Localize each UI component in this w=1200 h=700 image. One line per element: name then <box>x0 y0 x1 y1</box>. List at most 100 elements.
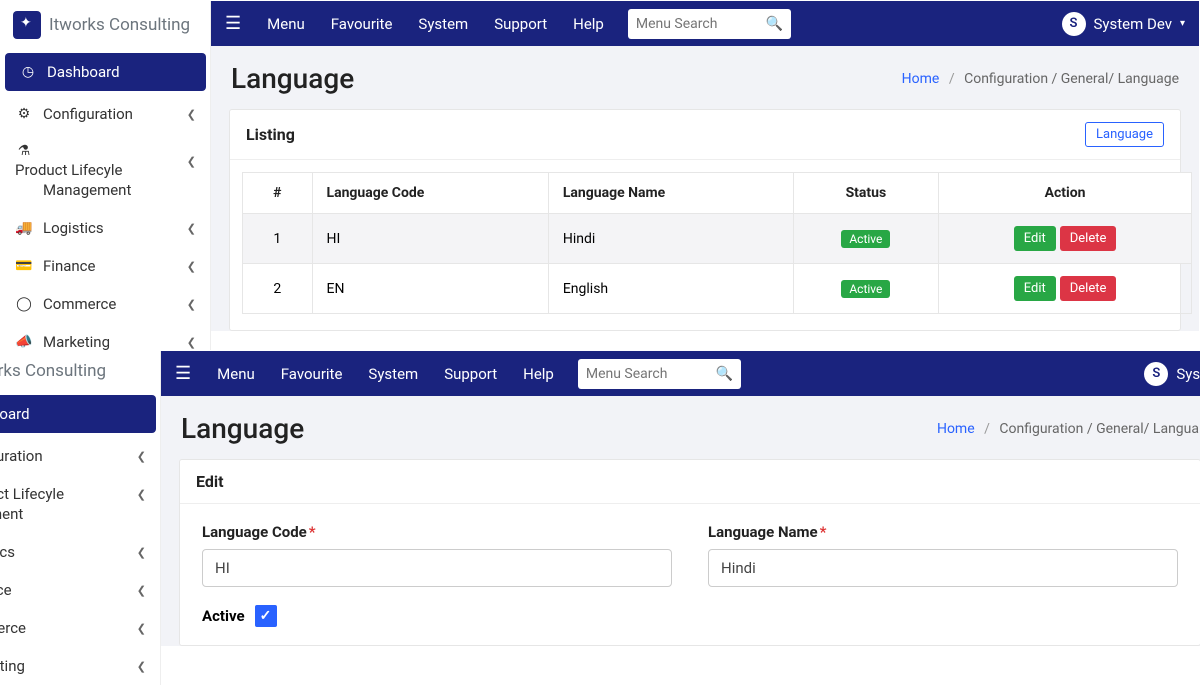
top-menu: Menu Favourite System Support Help <box>217 365 554 383</box>
sidebar: Itworks Consulting ◷Dashboard ⚙Configurat… <box>1 1 211 361</box>
sidebar-item-commerce[interactable]: ◯Commerce❮ <box>1 285 210 323</box>
delete-button[interactable]: Delete <box>1060 276 1117 301</box>
chevron-left-icon: ❮ <box>137 546 146 559</box>
crumb-rest: Configuration / General/ Langua <box>999 421 1199 437</box>
page-title: Language <box>181 412 304 445</box>
input-language-code[interactable] <box>202 549 672 587</box>
label-language-name: Language Name <box>708 523 818 541</box>
active-row: Active ✓ <box>202 605 1178 627</box>
topmenu-favourite[interactable]: Favourite <box>331 15 393 33</box>
cell-code: HI <box>312 214 548 264</box>
chevron-left-icon: ❮ <box>187 260 196 273</box>
listing-panel: Listing Language #Language CodeLanguage … <box>229 109 1181 331</box>
brand: Itworks Consulting <box>1 1 210 49</box>
user-name: System Dev <box>1094 15 1172 33</box>
topmenu-menu[interactable]: Menu <box>267 15 305 33</box>
avatar: S <box>1144 362 1168 386</box>
sidebar-item-dashboard[interactable]: ◷Dashboard <box>5 53 206 91</box>
sidebar-item-finance[interactable]: 💳Finance❮ <box>1 247 210 285</box>
edit-button[interactable]: Edit <box>1014 276 1056 301</box>
chevron-left-icon: ❮ <box>187 222 196 235</box>
sidebar-item-mmerce[interactable]: mmerce❮ <box>0 609 160 647</box>
language-button[interactable]: Language <box>1085 122 1164 147</box>
input-language-name[interactable] <box>708 549 1178 587</box>
product-icon: ⚗ <box>15 143 33 159</box>
chevron-left-icon: ❮ <box>137 450 146 463</box>
topmenu-support[interactable]: Support <box>494 15 547 33</box>
chevron-left-icon: ❮ <box>137 622 146 635</box>
panel-title: Listing <box>246 125 295 144</box>
sidebar-item-shboard[interactable]: shboard <box>0 395 156 433</box>
sidebar-item-gistics[interactable]: gistics❮ <box>0 533 160 571</box>
topmenu-favourite[interactable]: Favourite <box>281 365 343 383</box>
menu-search-input[interactable] <box>636 16 766 32</box>
cell-index: 1 <box>243 214 313 264</box>
page-header: Language Home / Configuration / General/… <box>211 46 1199 109</box>
field-language-name: Language Name* <box>708 522 1178 587</box>
sidebar-item-arketing[interactable]: arketing❮ <box>0 647 160 685</box>
sidebar-item-product-lifecyle-management-2[interactable]: Management <box>1 181 210 209</box>
panel-header: Edit <box>180 460 1200 504</box>
field-language-code: Language Code* <box>202 522 672 587</box>
menu-search[interactable]: 🔍 <box>628 9 791 39</box>
chevron-left-icon: ❮ <box>187 336 196 349</box>
cell-action: EditDelete <box>939 214 1192 264</box>
menu-search[interactable]: 🔍 <box>578 359 741 389</box>
avatar: S <box>1062 12 1086 36</box>
edit-button[interactable]: Edit <box>1014 226 1056 251</box>
sidebar-item-nance[interactable]: nance❮ <box>0 571 160 609</box>
sidebar-item-logistics[interactable]: 🚚Logistics❮ <box>1 209 210 247</box>
topmenu-help[interactable]: Help <box>523 365 554 383</box>
panel-header: Listing Language <box>230 110 1180 160</box>
top-menu: Menu Favourite System Support Help <box>267 15 604 33</box>
user-menu[interactable]: S System Dev ▾ <box>1062 12 1185 36</box>
topmenu-support[interactable]: Support <box>444 365 497 383</box>
cell-code: EN <box>312 264 548 314</box>
col-language-name: Language Name <box>548 173 793 214</box>
sidebar-item-oduct-lifecyle-ement-2[interactable]: ement <box>0 505 160 533</box>
topmenu-menu[interactable]: Menu <box>217 365 255 383</box>
crumb-home[interactable]: Home <box>937 421 975 437</box>
col-status: Status <box>793 173 938 214</box>
app-listing: Itworks Consulting ◷Dashboard ⚙Configurat… <box>0 0 1200 362</box>
user-name: Syst <box>1176 365 1200 383</box>
col-action: Action <box>939 173 1192 214</box>
crumb-rest: Configuration / General/ Language <box>964 71 1179 87</box>
logistics-icon: 🚚 <box>15 220 33 236</box>
topmenu-help[interactable]: Help <box>573 15 604 33</box>
search-icon[interactable]: 🔍 <box>716 366 733 382</box>
topmenu-system[interactable]: System <box>418 15 468 33</box>
topbar: ☰ Menu Favourite System Support Help 🔍 S Sys… <box>161 351 1200 396</box>
required-icon: * <box>820 523 827 541</box>
col--: # <box>243 173 313 214</box>
required-icon: * <box>309 523 316 541</box>
topmenu-system[interactable]: System <box>368 365 418 383</box>
col-language-code: Language Code <box>312 173 548 214</box>
active-checkbox[interactable]: ✓ <box>255 605 277 627</box>
hamburger-icon[interactable]: ☰ <box>175 363 191 384</box>
sidebar: Itworks Consulting shboardnfiguration❮od… <box>0 351 161 685</box>
sidebar-item-configuration[interactable]: ⚙Configuration❮ <box>1 95 210 133</box>
cell-status: Active <box>793 214 938 264</box>
status-badge: Active <box>841 280 890 298</box>
crumb-home[interactable]: Home <box>902 71 940 87</box>
marketing-icon: 📣 <box>15 334 33 350</box>
delete-button[interactable]: Delete <box>1060 226 1117 251</box>
page-title: Language <box>231 62 354 95</box>
search-icon[interactable]: 🔍 <box>766 16 783 32</box>
menu-search-input[interactable] <box>586 366 716 382</box>
status-badge: Active <box>841 230 890 248</box>
edit-panel: Edit Language Code* Language Name* Activ… <box>179 459 1200 646</box>
table-row: 2ENEnglishActiveEditDelete <box>243 264 1192 314</box>
page-header: Language Home / Configuration / General/… <box>161 396 1200 459</box>
dashboard-icon: ◷ <box>19 64 37 80</box>
hamburger-icon[interactable]: ☰ <box>225 13 241 34</box>
language-table: #Language CodeLanguage NameStatusAction … <box>242 172 1192 314</box>
user-menu[interactable]: S Syst <box>1144 362 1200 386</box>
edit-form: Language Code* Language Name* Active ✓ <box>180 504 1200 645</box>
chevron-left-icon: ❮ <box>187 298 196 311</box>
brand-name: Itworks Consulting <box>0 361 106 381</box>
content: Language Home / Configuration / General/… <box>211 46 1199 331</box>
sidebar-item-nfiguration[interactable]: nfiguration❮ <box>0 437 160 475</box>
cell-index: 2 <box>243 264 313 314</box>
